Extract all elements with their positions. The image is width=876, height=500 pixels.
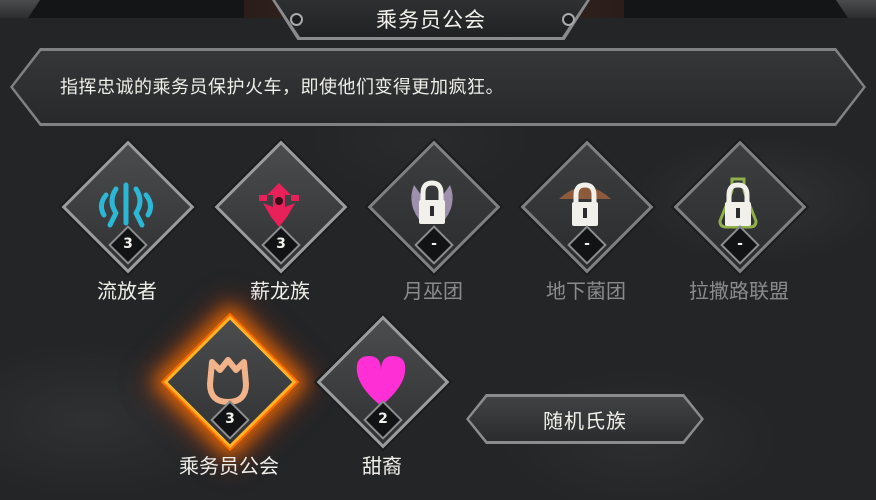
clan-tile-sweet[interactable]: 2 甜裔: [307, 315, 457, 493]
clan-name: 薪龙族: [250, 279, 310, 303]
level-value: -: [737, 236, 743, 252]
clan-icon-frame: -: [367, 140, 501, 274]
clan-tile-dragon[interactable]: 3 薪龙族: [205, 140, 355, 318]
clan-icon-frame: 3: [61, 140, 195, 274]
clan-name: 流放者: [97, 279, 157, 303]
clan-icon-frame: -: [520, 140, 654, 274]
clan-name: 月巫团: [403, 279, 463, 303]
level-value: 3: [225, 411, 235, 427]
random-clan-button[interactable]: 随机氏族: [469, 397, 701, 441]
bolt-icon: [562, 13, 575, 26]
clan-icon-frame: -: [673, 140, 807, 274]
clan-name: 地下菌团: [546, 279, 626, 303]
clan-icon-frame: 3: [163, 315, 297, 449]
bolt-icon: [290, 13, 303, 26]
level-value: 3: [123, 236, 133, 252]
clan-name: 拉撒路联盟: [689, 279, 789, 303]
clan-icon-frame: 3: [214, 140, 348, 274]
level-value: -: [431, 236, 437, 252]
clan-tile-moon-coven[interactable]: - 月巫团: [358, 140, 508, 318]
clan-tile-conductor-guild[interactable]: 3 乘务员公会: [154, 315, 304, 493]
clan-name: 甜裔: [362, 454, 402, 478]
clan-tile-fungal[interactable]: - 地下菌团: [511, 140, 661, 318]
clan-tile-lazarus[interactable]: - 拉撒路联盟: [664, 140, 814, 318]
level-value: -: [584, 236, 590, 252]
clan-description: 指挥忠诚的乘务员保护火车，即使他们变得更加疯狂。: [60, 77, 504, 98]
clan-icon-frame: 2: [316, 315, 450, 449]
level-value: 3: [276, 236, 286, 252]
clan-name: 乘务员公会: [179, 454, 279, 478]
level-value: 2: [378, 411, 388, 427]
page-title: 乘务员公会: [376, 7, 486, 32]
title-banner: 乘务员公会: [275, 0, 587, 37]
clan-tile-exiles[interactable]: 3 流放者: [52, 140, 202, 318]
